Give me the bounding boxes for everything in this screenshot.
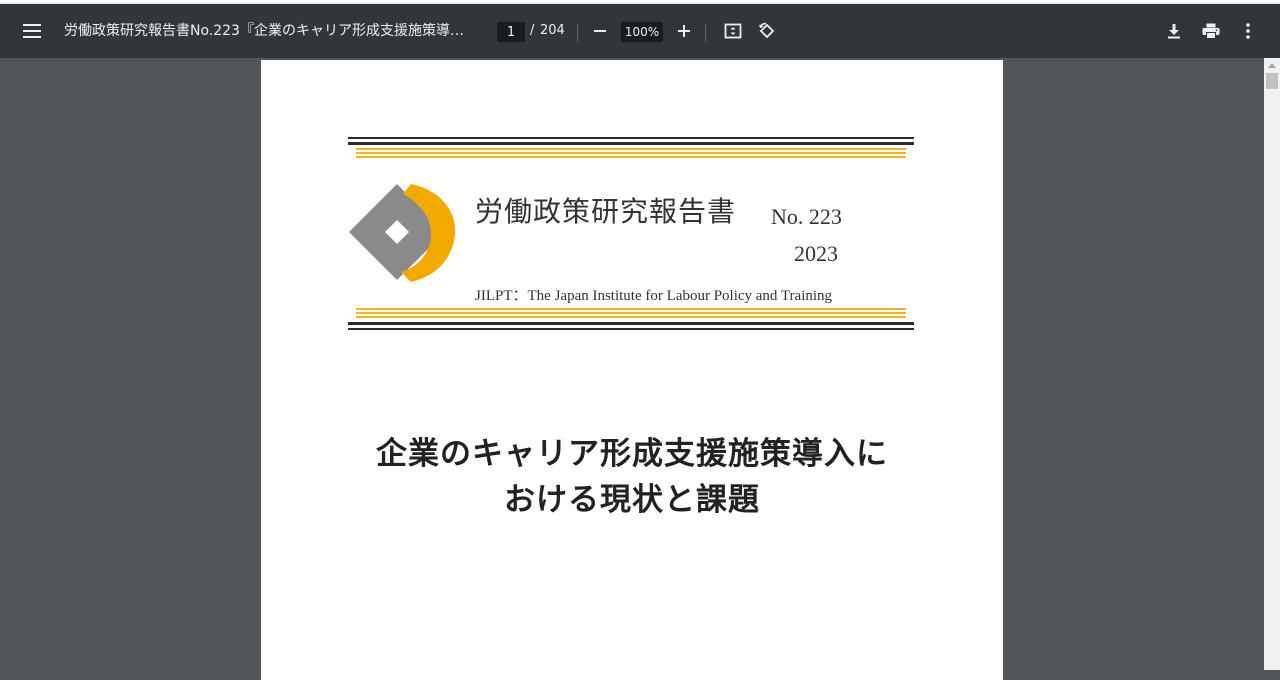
jilpt-logo — [349, 184, 456, 282]
toolbar-divider — [577, 24, 578, 42]
page-total: 204 — [540, 23, 565, 38]
download-button[interactable] — [1158, 15, 1190, 47]
header-band-top — [348, 137, 914, 161]
report-year: 2023 — [794, 241, 838, 266]
scroll-up-arrow-icon[interactable] — [1268, 63, 1276, 68]
document-title: 労働政策研究報告書No.223『企業のキャリア形成支援施策導入にお... — [64, 23, 474, 39]
report-number: No. 223 — [771, 204, 842, 229]
series-name: 労働政策研究報告書 — [475, 195, 737, 228]
print-icon — [1202, 23, 1220, 39]
rotate-button[interactable] — [751, 15, 783, 47]
menu-icon — [23, 24, 41, 38]
document-viewer[interactable]: 労働政策研究報告書 No. 223 2023 JILPT：The Japan I… — [0, 58, 1264, 680]
toolbar-divider — [705, 24, 706, 42]
minus-icon — [594, 30, 606, 32]
rotate-icon — [759, 22, 775, 39]
pdf-toolbar: 労働政策研究報告書No.223『企業のキャリア形成支援施策導入にお... / 2… — [0, 4, 1280, 58]
plus-icon — [678, 25, 690, 37]
menu-button[interactable] — [16, 15, 48, 47]
zoom-in-button[interactable] — [668, 15, 700, 47]
scrollbar-thumb[interactable] — [1266, 73, 1278, 89]
pdf-page: 労働政策研究報告書 No. 223 2023 JILPT：The Japan I… — [261, 60, 1003, 680]
fit-to-page-icon — [724, 23, 742, 39]
document-title-line-2: おける現状と課題 — [504, 482, 760, 518]
zoom-out-button[interactable] — [584, 15, 616, 47]
vertical-scrollbar[interactable] — [1264, 58, 1280, 670]
more-options-button[interactable] — [1232, 15, 1264, 47]
zoom-level-input[interactable] — [621, 22, 663, 42]
page-separator: / — [530, 23, 535, 38]
document-title-line-1: 企業のキャリア形成支援施策導入に — [376, 436, 888, 472]
download-icon — [1168, 24, 1180, 39]
institute-name: JILPT：The Japan Institute for Labour Pol… — [475, 288, 833, 304]
fit-to-page-button[interactable] — [717, 15, 749, 47]
header-band-bottom — [348, 308, 914, 332]
page-number-input[interactable] — [497, 22, 525, 42]
more-vert-icon — [1246, 23, 1250, 39]
print-button[interactable] — [1195, 15, 1227, 47]
